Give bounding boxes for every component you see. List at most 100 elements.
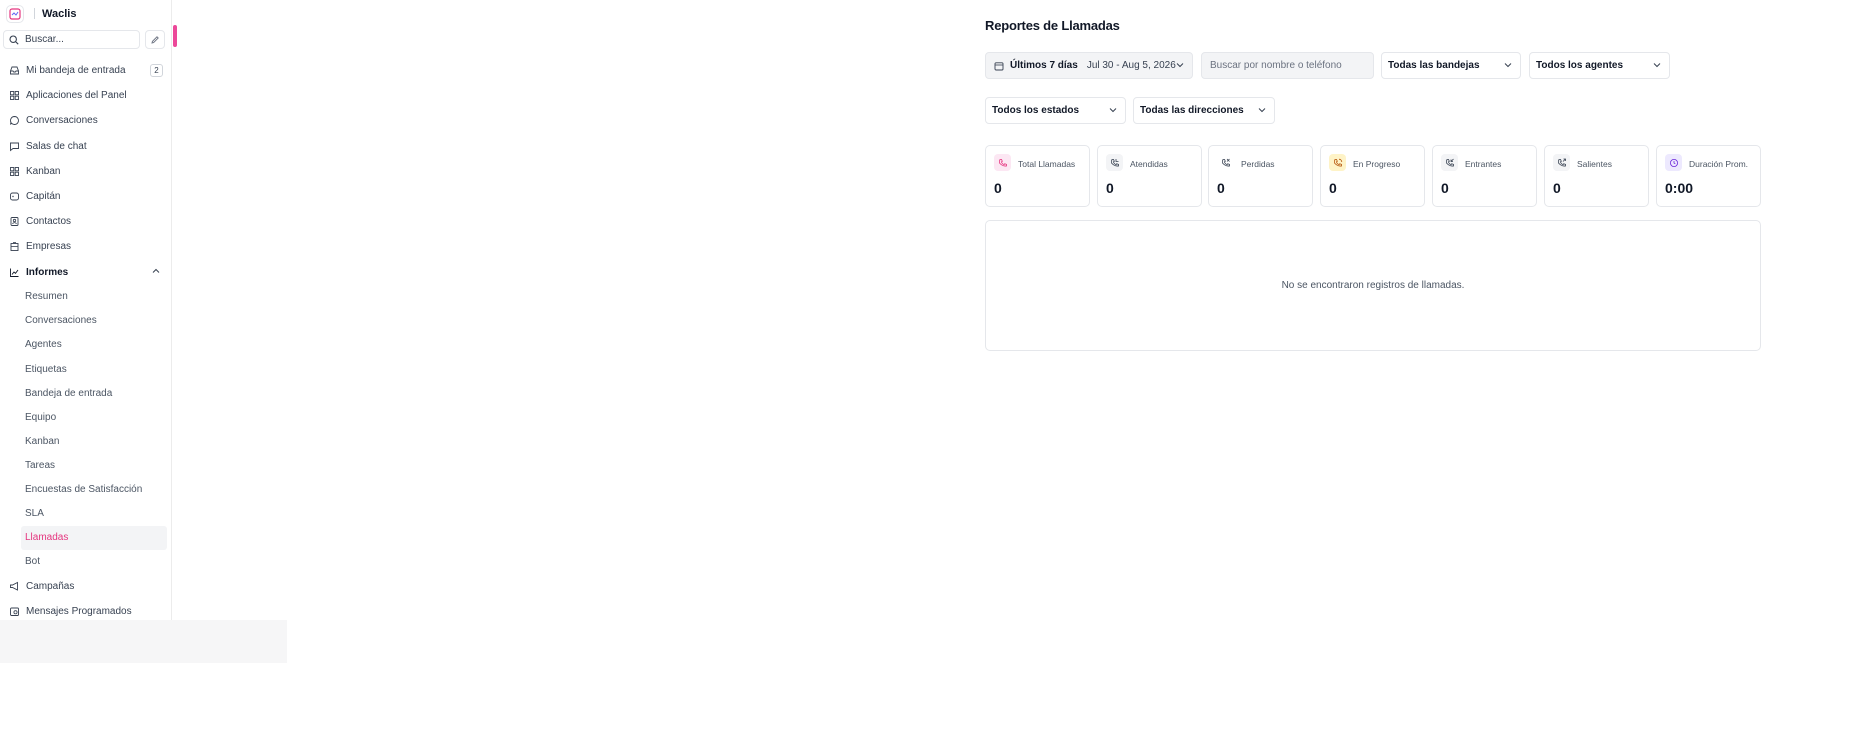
kanban-icon <box>9 166 20 177</box>
phone-incoming-icon <box>1106 154 1123 171</box>
sidebar-item-label: Mi bandeja de entrada <box>26 65 126 77</box>
calendar-clock-icon <box>9 606 20 617</box>
building-icon <box>9 241 20 252</box>
stat-card-missed: Perdidas 0 <box>1208 145 1313 207</box>
sidebar-item-conversations[interactable]: Conversaciones <box>0 108 171 133</box>
brand-name[interactable]: Waclis <box>42 8 76 20</box>
reports-sub-item[interactable]: Encuestas de Satisfacción <box>0 477 171 501</box>
inbox-filter-value: Todas las bandejas <box>1388 60 1480 71</box>
stat-label: Atendidas <box>1130 159 1168 169</box>
status-filter-select[interactable]: Todos los estados <box>985 97 1126 124</box>
stat-card-inbound: Entrantes 0 <box>1432 145 1537 207</box>
phone-icon <box>994 154 1011 171</box>
agent-filter-value: Todos los agentes <box>1536 60 1624 71</box>
search-icon <box>9 34 19 45</box>
unread-badge: 2 <box>150 64 163 77</box>
reports-sub-item[interactable]: Bot <box>0 550 171 574</box>
reports-sub-item[interactable]: Equipo <box>0 405 171 429</box>
reports-submenu: Resumen Conversaciones Agentes Etiquetas… <box>0 285 171 574</box>
chevron-down-icon <box>1176 63 1184 68</box>
clock-icon <box>1665 154 1682 171</box>
stat-label: Duración Prom. <box>1689 159 1749 169</box>
date-preset-label: Últimos 7 días <box>1010 60 1078 71</box>
sidebar-item-label: Campañas <box>26 580 75 592</box>
sidebar-item-label: Aplicaciones del Panel <box>26 90 127 102</box>
stat-value: 0 <box>994 180 1002 196</box>
sidebar-item-panel-apps[interactable]: Aplicaciones del Panel <box>0 83 171 108</box>
stat-card-total-calls: Total Llamadas 0 <box>985 145 1090 207</box>
empty-state-message: No se encontraron registros de llamadas. <box>1281 280 1465 291</box>
sidebar-item-label: Empresas <box>26 241 72 253</box>
sidebar-nav: Mi bandeja de entrada 2 Aplicaciones del… <box>0 58 171 620</box>
grid-icon <box>9 90 20 101</box>
reports-sub-item[interactable]: Bandeja de entrada <box>0 381 171 405</box>
stat-value: 0 <box>1329 180 1337 196</box>
sidebar-item-label: Conversaciones <box>26 115 98 127</box>
bot-icon <box>9 191 20 202</box>
chart-line-icon <box>9 267 20 278</box>
compose-button[interactable] <box>145 30 165 49</box>
sidebar-item-label: Contactos <box>26 216 72 228</box>
sidebar-item-scheduled-messages[interactable]: Mensajes Programados <box>0 599 171 620</box>
stat-value: 0 <box>1217 180 1225 196</box>
stat-card-avg-duration: Duración Prom. 0:00 <box>1656 145 1761 207</box>
chevron-up-icon[interactable] <box>152 268 160 274</box>
direction-filter-select[interactable]: Todas las direcciones <box>1133 97 1275 124</box>
search-placeholder: Buscar... <box>25 34 64 45</box>
reports-sub-item[interactable]: SLA <box>0 502 171 526</box>
sidebar-item-companies[interactable]: Empresas <box>0 234 171 259</box>
stat-label: Total Llamadas <box>1018 159 1076 169</box>
stat-value: 0 <box>1441 180 1449 196</box>
sidebar-item-inbox[interactable]: Mi bandeja de entrada 2 <box>0 58 171 83</box>
phone-ringing-icon <box>1329 154 1346 171</box>
sidebar-item-label: Capitán <box>26 191 61 203</box>
reports-sub-item[interactable]: Kanban <box>0 429 171 453</box>
chevron-down-icon <box>1653 63 1661 68</box>
sidebar-item-reports[interactable]: Informes <box>0 260 171 285</box>
sidebar-item-label: Kanban <box>26 165 61 177</box>
sidebar-item-label: Informes <box>26 266 69 278</box>
inbox-icon <box>9 65 20 76</box>
reports-sub-item[interactable]: Agentes <box>0 333 171 357</box>
phone-incoming-icon <box>1441 154 1458 171</box>
contacts-icon <box>9 216 20 227</box>
reports-sub-item[interactable]: Resumen <box>0 285 171 309</box>
phone-outgoing-icon <box>1553 154 1570 171</box>
inbox-filter-select[interactable]: Todas las bandejas <box>1381 52 1521 79</box>
stat-card-answered: Atendidas 0 <box>1097 145 1202 207</box>
calls-table-empty-state: No se encontraron registros de llamadas. <box>985 220 1761 351</box>
sidebar-item-contacts[interactable]: Contactos <box>0 209 171 234</box>
calendar-icon <box>994 61 1004 70</box>
megaphone-icon <box>9 581 20 592</box>
sidebar-item-campaigns[interactable]: Campañas <box>0 574 171 599</box>
reports-sub-item-calls-active[interactable]: Llamadas <box>21 525 167 550</box>
stat-label: Salientes <box>1577 159 1612 169</box>
pencil-icon <box>151 35 159 44</box>
date-range-filter[interactable]: Últimos 7 días Jul 30 - Aug 5, 2026 <box>985 52 1193 79</box>
sidebar-item-captain[interactable]: Capitán <box>0 184 171 209</box>
stat-value: 0 <box>1553 180 1561 196</box>
stat-label: Entrantes <box>1465 159 1502 169</box>
bottom-band <box>0 620 287 663</box>
message-square-icon <box>9 141 20 152</box>
brand-separator <box>34 8 35 19</box>
direction-filter-value: Todas las direcciones <box>1140 105 1244 116</box>
status-filter-value: Todos los estados <box>992 105 1080 116</box>
sidebar-item-chat-rooms[interactable]: Salas de chat <box>0 134 171 159</box>
chevron-down-icon <box>1109 108 1117 113</box>
stat-card-outbound: Salientes 0 <box>1544 145 1649 207</box>
reports-sub-item[interactable]: Etiquetas <box>0 357 171 381</box>
reports-sub-item[interactable]: Tareas <box>0 453 171 477</box>
chevron-down-icon <box>1504 63 1512 68</box>
call-search-input[interactable]: Buscar por nombre o teléfono <box>1201 52 1374 79</box>
sidebar-item-kanban[interactable]: Kanban <box>0 159 171 184</box>
stat-card-in-progress: En Progreso 0 <box>1320 145 1425 207</box>
reports-sub-item[interactable]: Conversaciones <box>0 309 171 333</box>
stat-label: En Progreso <box>1353 159 1401 169</box>
date-range-value: Jul 30 - Aug 5, 2026 <box>1086 60 1176 71</box>
scroll-indicator[interactable] <box>173 25 177 47</box>
sidebar: Waclis Buscar... Mi bandeja de entrada 2… <box>0 0 172 620</box>
sidebar-search-input[interactable]: Buscar... <box>3 30 140 49</box>
brand-logo-icon[interactable] <box>6 4 24 23</box>
agent-filter-select[interactable]: Todos los agentes <box>1529 52 1670 79</box>
